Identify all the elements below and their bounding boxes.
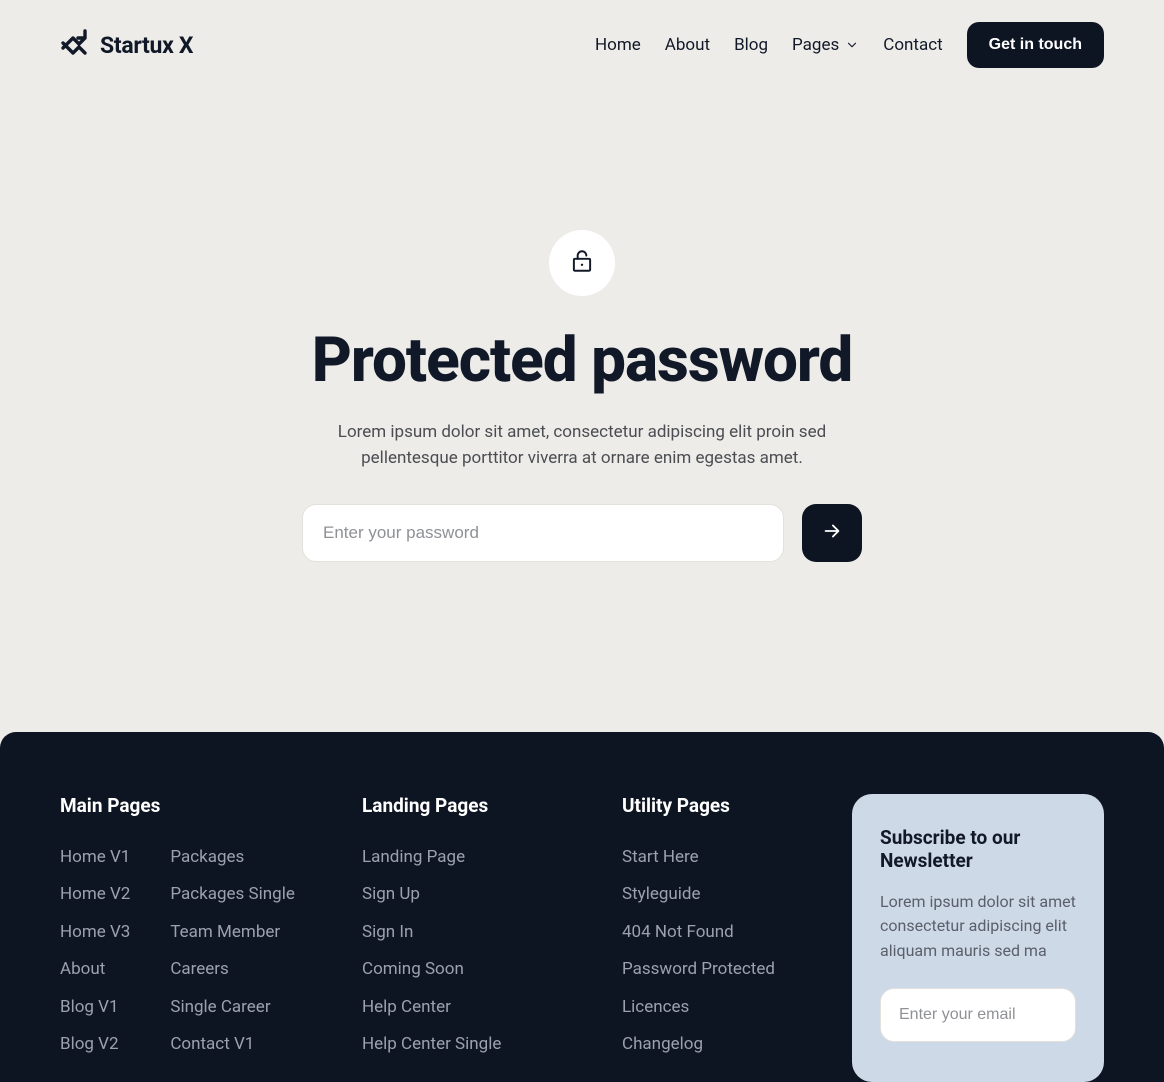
submit-password-button[interactable] xyxy=(802,504,862,562)
footer-utility-pages: Utility Pages Start Here Styleguide 404 … xyxy=(622,794,822,1070)
footer-link[interactable]: Contact V1 xyxy=(170,1032,295,1058)
footer-link[interactable]: 404 Not Found xyxy=(622,920,822,946)
newsletter-card: Subscribe to our Newsletter Lorem ipsum … xyxy=(852,794,1104,1082)
footer-main-title: Main Pages xyxy=(60,794,332,817)
footer-main-pages: Main Pages Home V1 Home V2 Home V3 About… xyxy=(60,794,332,1070)
footer-link[interactable]: Licences xyxy=(622,995,822,1021)
footer-link[interactable]: Coming Soon xyxy=(362,957,592,983)
footer-link[interactable]: Help Center xyxy=(362,995,592,1021)
footer-link[interactable]: Blog V2 xyxy=(60,1032,130,1058)
password-input[interactable] xyxy=(302,504,784,562)
footer-link[interactable]: Home V3 xyxy=(60,920,130,946)
footer-link[interactable]: Team Member xyxy=(170,920,295,946)
page-title: Protected password xyxy=(60,324,1104,397)
footer-landing-pages: Landing Pages Landing Page Sign Up Sign … xyxy=(362,794,592,1070)
footer-utility-title: Utility Pages xyxy=(622,794,822,817)
footer-link[interactable]: About xyxy=(60,957,130,983)
primary-nav: Home About Blog Pages Contact Get in tou… xyxy=(595,22,1104,68)
footer-link[interactable]: Help Center Single xyxy=(362,1032,592,1058)
footer-link[interactable]: Start Here xyxy=(622,845,822,871)
page-subtitle: Lorem ipsum dolor sit amet, consectetur … xyxy=(302,419,862,472)
lock-badge xyxy=(549,230,615,296)
newsletter-subtitle: Lorem ipsum dolor sit amet consectetur a… xyxy=(880,890,1076,964)
footer-link[interactable]: Home V1 xyxy=(60,845,130,871)
nav-about[interactable]: About xyxy=(665,35,710,55)
footer-link[interactable]: Password Protected xyxy=(622,957,822,983)
chevron-down-icon xyxy=(845,38,859,52)
nav-blog[interactable]: Blog xyxy=(734,35,768,55)
protected-password-section: Protected password Lorem ipsum dolor sit… xyxy=(0,90,1164,732)
footer-link[interactable]: Home V2 xyxy=(60,882,130,908)
footer-link[interactable]: Packages xyxy=(170,845,295,871)
newsletter-title: Subscribe to our Newsletter xyxy=(880,826,1076,872)
footer-link[interactable]: Sign In xyxy=(362,920,592,946)
logo-icon xyxy=(60,29,90,61)
footer-link[interactable]: Changelog xyxy=(622,1032,822,1058)
footer-link[interactable]: Packages Single xyxy=(170,882,295,908)
footer-link[interactable]: Blog V1 xyxy=(60,995,130,1021)
footer-link[interactable]: Single Career xyxy=(170,995,295,1021)
logo-text: Startux X xyxy=(100,32,193,59)
password-form xyxy=(302,504,862,562)
footer: Main Pages Home V1 Home V2 Home V3 About… xyxy=(0,732,1164,1082)
footer-link[interactable]: Landing Page xyxy=(362,845,592,871)
newsletter-email-input[interactable] xyxy=(880,988,1076,1042)
footer-link[interactable]: Styleguide xyxy=(622,882,822,908)
arrow-right-icon xyxy=(821,520,843,545)
footer-landing-title: Landing Pages xyxy=(362,794,592,817)
header: Startux X Home About Blog Pages Contact … xyxy=(0,0,1164,90)
nav-contact[interactable]: Contact xyxy=(883,35,942,55)
get-in-touch-button[interactable]: Get in touch xyxy=(967,22,1104,68)
footer-link[interactable]: Sign Up xyxy=(362,882,592,908)
nav-pages-label: Pages xyxy=(792,35,839,55)
logo[interactable]: Startux X xyxy=(60,29,193,61)
nav-home[interactable]: Home xyxy=(595,35,641,55)
nav-pages-dropdown[interactable]: Pages xyxy=(792,35,859,55)
lock-icon xyxy=(569,248,595,278)
footer-link[interactable]: Careers xyxy=(170,957,295,983)
